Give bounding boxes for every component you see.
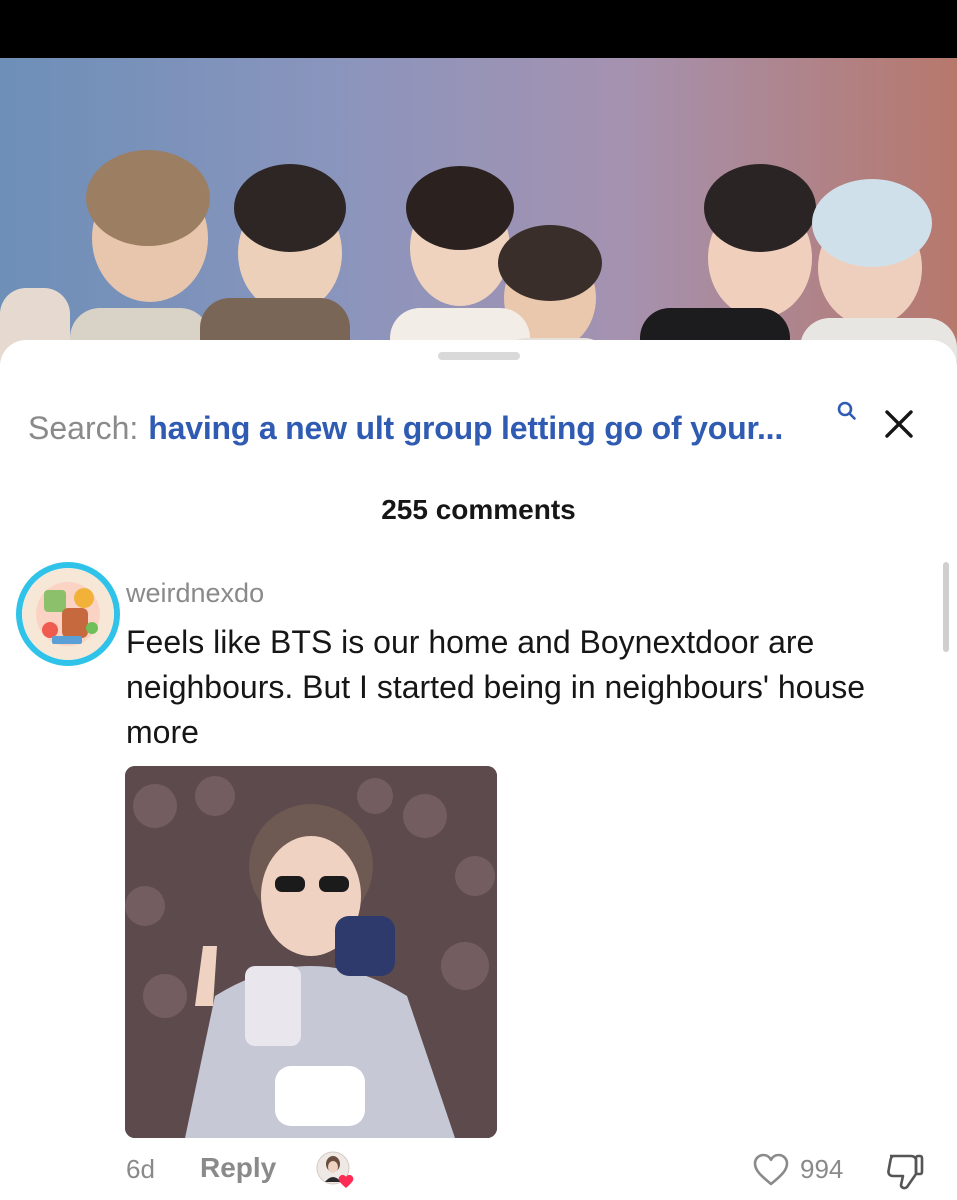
creator-liked-icon — [316, 1151, 354, 1188]
search-icon — [837, 401, 856, 420]
video-background — [0, 58, 957, 378]
comment-image[interactable] — [125, 766, 497, 1138]
comment-actions: 6d Reply 994 — [0, 1150, 957, 1190]
avatar-image — [22, 568, 114, 660]
drag-handle[interactable] — [438, 352, 520, 360]
search-suggestion[interactable]: Search: having a new ult group letting g… — [28, 401, 928, 450]
avatar[interactable] — [16, 562, 120, 666]
comments-sheet: Search: having a new ult group letting g… — [0, 340, 957, 1200]
search-query-link[interactable]: having a new ult group letting go of you… — [148, 410, 783, 447]
group-photo — [0, 150, 957, 378]
scrollbar[interactable] — [943, 562, 949, 652]
search-prefix-label: Search: — [28, 409, 139, 446]
like-count: 994 — [800, 1154, 844, 1184]
comment-time: 6d — [126, 1154, 155, 1184]
thumbs-down-icon[interactable] — [884, 1152, 924, 1190]
comment-username[interactable]: weirdnexdo — [126, 578, 264, 609]
status-bar — [0, 0, 957, 58]
comment-text: Feels like BTS is our home and Boynextdo… — [126, 624, 866, 750]
heart-outline-icon[interactable] — [752, 1153, 790, 1187]
close-icon[interactable] — [883, 408, 915, 440]
comments-count: 255 comments — [381, 494, 576, 525]
reply-button[interactable]: Reply — [200, 1152, 276, 1184]
